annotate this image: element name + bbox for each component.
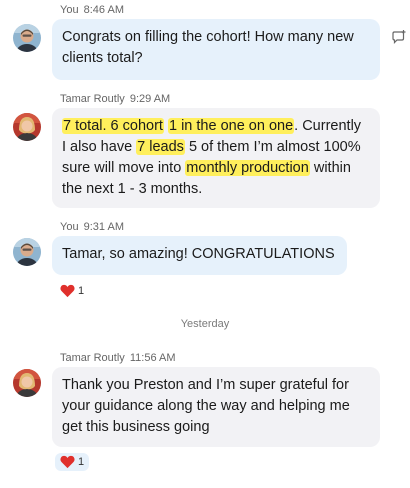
message-text: clients total? [62,50,143,66]
sender-name: Tamar Routly [60,352,125,364]
reaction-badge[interactable]: 1 [55,453,90,471]
timestamp: 11:56 AM [129,352,176,364]
sender-name: You [60,221,79,233]
highlighted-text: 7 leads [136,139,185,155]
text-segment: I also have [62,139,137,155]
message-bubble[interactable]: 7 total. 6 cohort 1 in the one on one. C… [52,108,380,208]
heart-icon [60,284,75,298]
message-text-line-3: sure will move into monthly production w… [62,158,370,179]
avatar-you-image [13,24,41,52]
message-bubble[interactable]: Tamar, so amazing! CONGRATULATIONS [52,236,347,275]
add-reaction-icon[interactable] [391,29,407,45]
timestamp: 8:46 AM [83,4,124,16]
message-text: Congrats on filling the cohort! How many… [62,29,354,45]
avatar-you[interactable] [13,24,41,52]
reaction-count: 1 [78,285,85,297]
avatar-tamar[interactable] [13,369,41,397]
avatar-you[interactable] [13,238,41,266]
message-header: You 8:46 AM [60,4,124,16]
reaction-count: 1 [78,456,85,468]
message-text-line-2: I also have 7 leads 5 of them I’m almost… [62,137,370,158]
text-segment: . Currently [294,118,362,134]
sender-name: Tamar Routly [60,93,125,105]
reaction-badge[interactable]: 1 [60,284,84,298]
avatar-tamar[interactable] [13,113,41,141]
message-text-line-4: the next 1 - 3 months. [62,181,203,197]
message-header: Tamar Routly 11:56 AM [60,352,176,364]
message-text: your guidance along the way and helping … [62,398,350,414]
avatar-tamar-image [13,369,41,397]
timestamp: 9:31 AM [83,221,124,233]
sender-name: You [60,4,79,16]
message-text: get this business going [62,419,210,435]
message-bubble[interactable]: Thank you Preston and I’m super grateful… [52,367,380,447]
message-header: Tamar Routly 9:29 AM [60,93,170,105]
avatar-tamar-image [13,113,41,141]
message-text: Thank you Preston and I’m super grateful… [62,377,349,393]
message-text-line-1: 7 total. 6 cohort 1 in the one on one. C… [62,116,370,137]
message-text: Tamar, so amazing! CONGRATULATIONS [62,246,335,262]
highlighted-text: 1 in the one on one [167,118,295,134]
timestamp: 9:29 AM [129,93,171,105]
text-segment: 5 of them I’m almost 100% [184,139,361,155]
text-segment: within [309,160,351,176]
text-segment: sure will move into [62,160,186,176]
avatar-you-image [13,238,41,266]
message-bubble[interactable]: Congrats on filling the cohort! How many… [52,19,380,80]
heart-icon [60,455,75,469]
highlighted-text: monthly production [185,160,310,176]
highlighted-text: 7 total. 6 cohort [62,118,164,134]
message-header: You 9:31 AM [60,221,124,233]
day-separator: Yesterday [180,318,230,330]
